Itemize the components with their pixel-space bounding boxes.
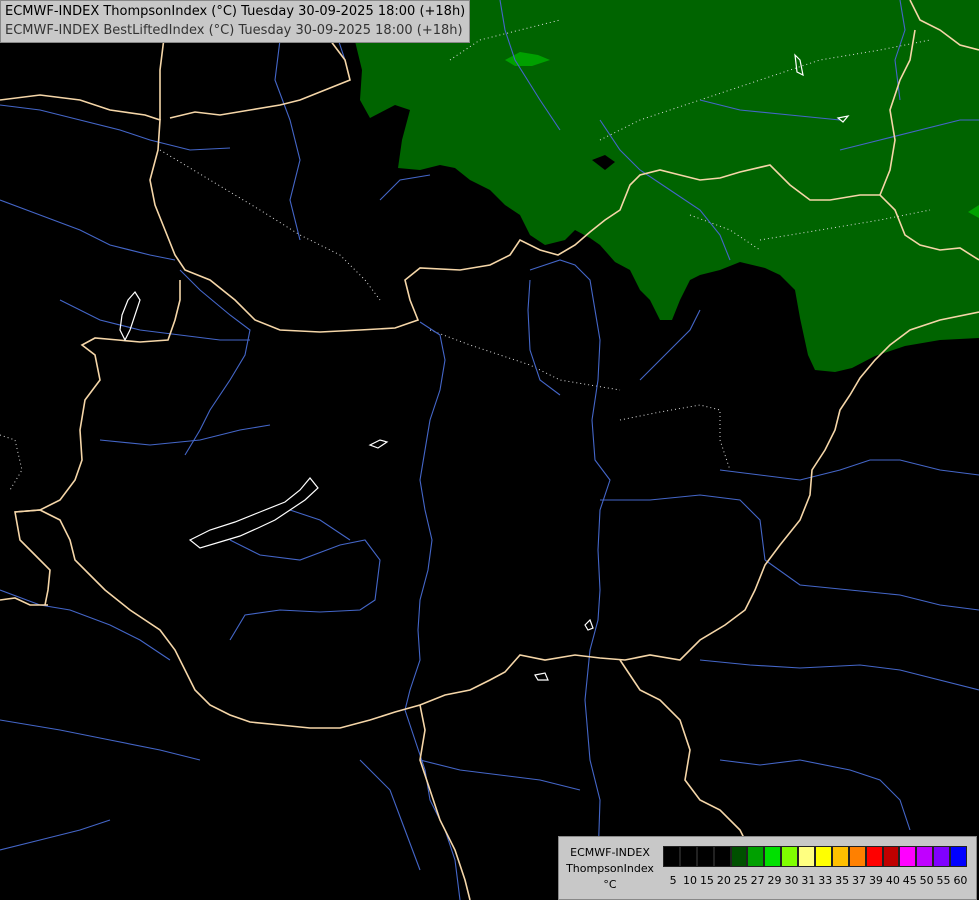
legend-tick-label: 15 (699, 874, 714, 887)
legend-tick-label: 33 (818, 874, 833, 887)
legend-swatch (663, 846, 680, 867)
legend-tick-label: 60 (953, 874, 968, 887)
legend-swatch (848, 846, 866, 867)
legend-swatch (950, 846, 968, 867)
legend-tick-label: 31 (801, 874, 816, 887)
legend-swatch (696, 846, 714, 867)
legend-swatch (730, 846, 748, 867)
legend-tick-label: 40 (885, 874, 900, 887)
legend-unit: °C (603, 878, 617, 891)
legend-swatch (882, 846, 900, 867)
legend-swatch (933, 846, 951, 867)
legend-variable: ThompsonIndex (566, 862, 654, 875)
legend-swatch (831, 846, 849, 867)
legend-swatch (713, 846, 731, 867)
legend-tick-label: 29 (767, 874, 782, 887)
weather-map (0, 0, 979, 900)
legend-swatch (899, 846, 917, 867)
legend-tick-label: 35 (835, 874, 850, 887)
legend-tick-label: 10 (683, 874, 698, 887)
legend-tick-label: 5 (669, 874, 677, 887)
color-legend: ECMWF-INDEX ThompsonIndex °C 5 10 15 20 25 27… (558, 836, 977, 900)
legend-swatch (865, 846, 883, 867)
title-thompson-index: ECMWF-INDEX ThompsonIndex (°C) Tuesday 3… (5, 4, 466, 19)
legend-swatches (663, 846, 968, 867)
legend-swatch (798, 846, 816, 867)
legend-tick-label: 25 (733, 874, 748, 887)
legend-tick-label: 55 (936, 874, 951, 887)
legend-tick-label: 30 (784, 874, 799, 887)
legend-swatch (815, 846, 832, 867)
legend-swatch (764, 846, 782, 867)
legend-tick-label: 50 (919, 874, 934, 887)
legend-swatch (916, 846, 934, 867)
legend-model: ECMWF-INDEX (570, 846, 650, 859)
legend-swatch (679, 846, 697, 867)
legend-tick-label: 27 (750, 874, 765, 887)
legend-swatch (747, 846, 765, 867)
legend-tick-label: 45 (902, 874, 917, 887)
legend-tick-label: 37 (852, 874, 867, 887)
map-title: ECMWF-INDEX ThompsonIndex (°C) Tuesday 3… (0, 0, 471, 43)
legend-tick-label: 20 (716, 874, 731, 887)
legend-tick-label: 39 (868, 874, 883, 887)
legend-ticks: 5 10 15 20 25 27 29 30 31 33 35 37 39 40 45 50 55 60 (663, 874, 975, 888)
title-best-lifted-index: ECMWF-INDEX BestLiftedIndex (°C) Tuesday… (5, 23, 463, 38)
legend-swatch (781, 846, 799, 867)
